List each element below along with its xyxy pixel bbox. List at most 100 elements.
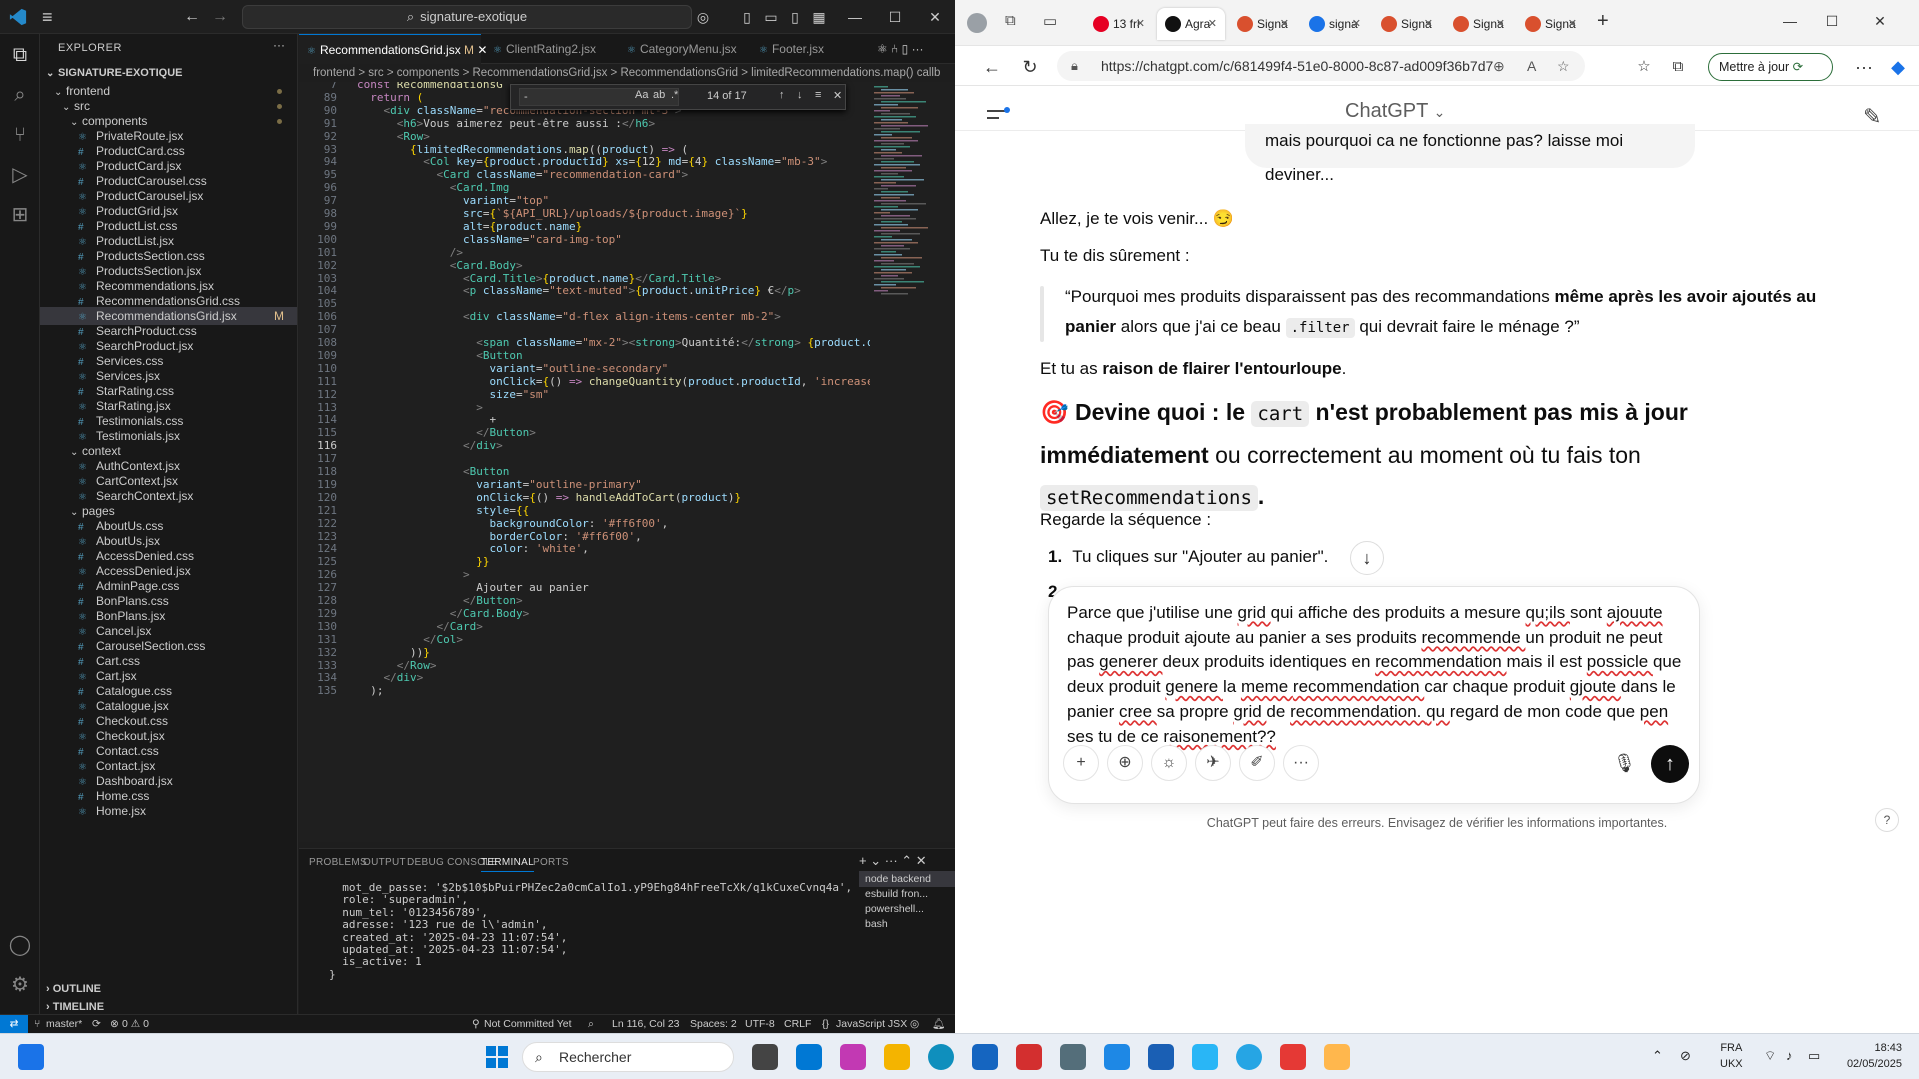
code-line[interactable]: Ajouter au panier <box>357 581 589 594</box>
next-match-icon[interactable]: ↓ <box>797 89 803 101</box>
collections-icon[interactable]: ⧉ <box>1665 54 1691 80</box>
code-line[interactable]: return ( <box>357 91 423 104</box>
project-root[interactable]: ⌄ SIGNATURE-EXOTIQUE <box>40 64 297 82</box>
tab-actions-icon[interactable]: ▭ <box>1043 12 1057 30</box>
minimize-icon[interactable]: — <box>1775 10 1805 32</box>
taskbar-search[interactable]: ⌕ Rechercher <box>522 1042 734 1072</box>
task-view-icon[interactable] <box>752 1044 778 1070</box>
message-composer[interactable]: Parce que j'utilise une grid qui affiche… <box>1048 586 1700 804</box>
browser-tab[interactable]: Signa ✕ <box>1517 8 1585 40</box>
code-line[interactable]: + <box>357 413 496 426</box>
blame-status[interactable]: Not Committed Yet <box>484 1015 572 1033</box>
browser-tab[interactable]: 13 fri ✕ <box>1085 8 1153 40</box>
code-line[interactable]: const RecommendationsG <box>357 82 503 91</box>
code-line[interactable]: alt={product.name} <box>357 220 582 233</box>
outline-section[interactable]: › OUTLINE <box>40 980 297 998</box>
close-icon[interactable]: ✕ <box>920 6 950 28</box>
code-line[interactable]: <Col key={product.productId} xs={12} md=… <box>357 155 827 168</box>
new-tab-icon[interactable]: + <box>1597 10 1609 33</box>
code-line[interactable]: variant="outline-secondary" <box>357 362 668 375</box>
browser-tab[interactable]: Agra ✕ <box>1157 8 1225 40</box>
notes-app-icon[interactable] <box>1104 1044 1130 1070</box>
code-line[interactable]: <Card.Img <box>357 181 510 194</box>
regex-icon[interactable]: .* <box>671 89 678 101</box>
timeline-section[interactable]: › TIMELINE <box>40 998 297 1014</box>
read-aloud-icon[interactable]: A <box>1527 51 1536 81</box>
close-tab-icon[interactable]: ✕ <box>1496 8 1505 40</box>
code-line[interactable]: <Card.Body> <box>357 259 523 272</box>
forward-arrow-icon[interactable]: → <box>212 8 228 26</box>
scroll-down-button[interactable]: ↓ <box>1350 541 1384 575</box>
code-line[interactable]: color: 'white', <box>357 542 588 555</box>
panel-tab[interactable]: PORTS <box>533 857 569 868</box>
code-line[interactable]: <Card className="recommendation-card"> <box>357 168 688 181</box>
code-line[interactable]: variant="top" <box>357 194 549 207</box>
start-icon[interactable] <box>486 1046 508 1068</box>
edge-app-icon[interactable] <box>928 1044 954 1070</box>
encoding[interactable]: UTF-8 <box>745 1015 775 1033</box>
volume-icon[interactable]: ♪ <box>1786 1048 1793 1063</box>
account-icon[interactable]: ◯ <box>7 932 33 958</box>
zoom-icon[interactable]: ⌕ <box>588 1015 594 1033</box>
code-line[interactable]: <h6>Vous aimerez peut-être aussi :</h6> <box>357 117 655 130</box>
problems-count[interactable]: 0 ⚠ 0 <box>122 1015 149 1033</box>
more-tools-icon[interactable]: ··· <box>1283 745 1319 781</box>
microphone-icon[interactable]: 🎙︎ <box>1613 753 1636 774</box>
model-selector[interactable]: ChatGPT ⌄ <box>1345 100 1445 123</box>
line-ending[interactable]: CRLF <box>784 1015 811 1033</box>
lightbulb-icon[interactable]: ☼ <box>1151 745 1187 781</box>
terminal-instance[interactable]: bash <box>859 916 955 932</box>
browser-tab[interactable]: Signa ✕ <box>1445 8 1513 40</box>
code-line[interactable]: onClick={() => changeQuantity(product.pr… <box>357 375 873 388</box>
workspaces-icon[interactable]: ⧉ <box>1005 12 1016 29</box>
code-line[interactable]: className="card-img-top" <box>357 233 622 246</box>
terminal-instance[interactable]: esbuild fron... <box>859 886 955 902</box>
close-tab-icon[interactable]: ✕ <box>1352 8 1361 40</box>
search-icon[interactable]: ⌕ <box>7 82 33 108</box>
copilot-icon[interactable]: ◎ <box>694 8 712 26</box>
code-line[interactable]: size="sm" <box>357 388 549 401</box>
code-line[interactable]: </div> <box>357 439 503 452</box>
app-icon[interactable] <box>1016 1044 1042 1070</box>
wifi-icon[interactable]: ⌔ <box>1764 1048 1776 1064</box>
telescope-icon[interactable]: ✈ <box>1195 745 1231 781</box>
previous-match-icon[interactable]: ↑ <box>779 89 785 101</box>
close-tab-icon[interactable]: ✕ <box>1136 8 1145 40</box>
code-editor[interactable]: 7 const RecommendationsG 89 return (90 <di… <box>299 82 955 842</box>
file-explorer-icon[interactable] <box>884 1044 910 1070</box>
remote-icon[interactable]: ⇄ <box>0 1015 28 1034</box>
panel-actions[interactable]: + ⌄ ··· ⌃ ✕ <box>859 853 927 869</box>
code-line[interactable]: onClick={() => handleAddToCart(product)} <box>357 491 741 504</box>
whole-word-icon[interactable]: ab <box>653 89 665 101</box>
code-line[interactable]: variant="outline-primary" <box>357 478 642 491</box>
panel-tab[interactable]: TERMINAL <box>481 857 534 872</box>
code-line[interactable]: ))} <box>357 646 430 659</box>
image-tool-icon[interactable]: ✐ <box>1239 745 1275 781</box>
command-center-search[interactable]: ⌕ signature-exotique <box>242 5 692 29</box>
widgets-icon[interactable] <box>18 1044 44 1070</box>
app-icon[interactable] <box>1280 1044 1306 1070</box>
cursor-position[interactable]: Ln 116, Col 23 <box>612 1015 680 1033</box>
new-chat-icon[interactable]: ✎ <box>1863 104 1881 130</box>
close-icon[interactable]: ✕ <box>1865 10 1895 32</box>
extensions-icon[interactable]: ⊞ <box>7 202 33 228</box>
profile-avatar[interactable] <box>967 13 987 33</box>
close-tab-icon[interactable]: ✕ <box>1424 8 1433 40</box>
minimap[interactable] <box>870 82 940 402</box>
run-debug-icon[interactable]: ▷ <box>7 162 33 188</box>
code-line[interactable]: </div> <box>357 671 424 684</box>
menu-icon[interactable]: ≡ <box>42 8 62 26</box>
source-control-icon[interactable]: ⑂ <box>7 122 33 148</box>
url-field[interactable]: 🔒︎ https://chatgpt.com/c/681499f4-51e0-8… <box>1057 51 1585 81</box>
tree-file[interactable]: ⚛ Home.jsx <box>40 802 297 820</box>
settings-gear-icon[interactable]: ⚙ <box>7 972 33 998</box>
browser-tab[interactable]: signa ✕ <box>1301 8 1369 40</box>
code-line[interactable]: > <box>357 401 483 414</box>
maximize-icon[interactable]: ☐ <box>1817 10 1847 32</box>
copilot-status-icon[interactable]: ◎ <box>910 1015 919 1033</box>
code-line[interactable]: </Card> <box>357 620 482 633</box>
copilot-app-icon[interactable] <box>840 1044 866 1070</box>
terminal-instance[interactable]: node backend <box>859 871 955 887</box>
layout-secondary-icon[interactable]: ▯ <box>786 8 804 26</box>
code-line[interactable]: backgroundColor: '#ff6f00', <box>357 517 668 530</box>
